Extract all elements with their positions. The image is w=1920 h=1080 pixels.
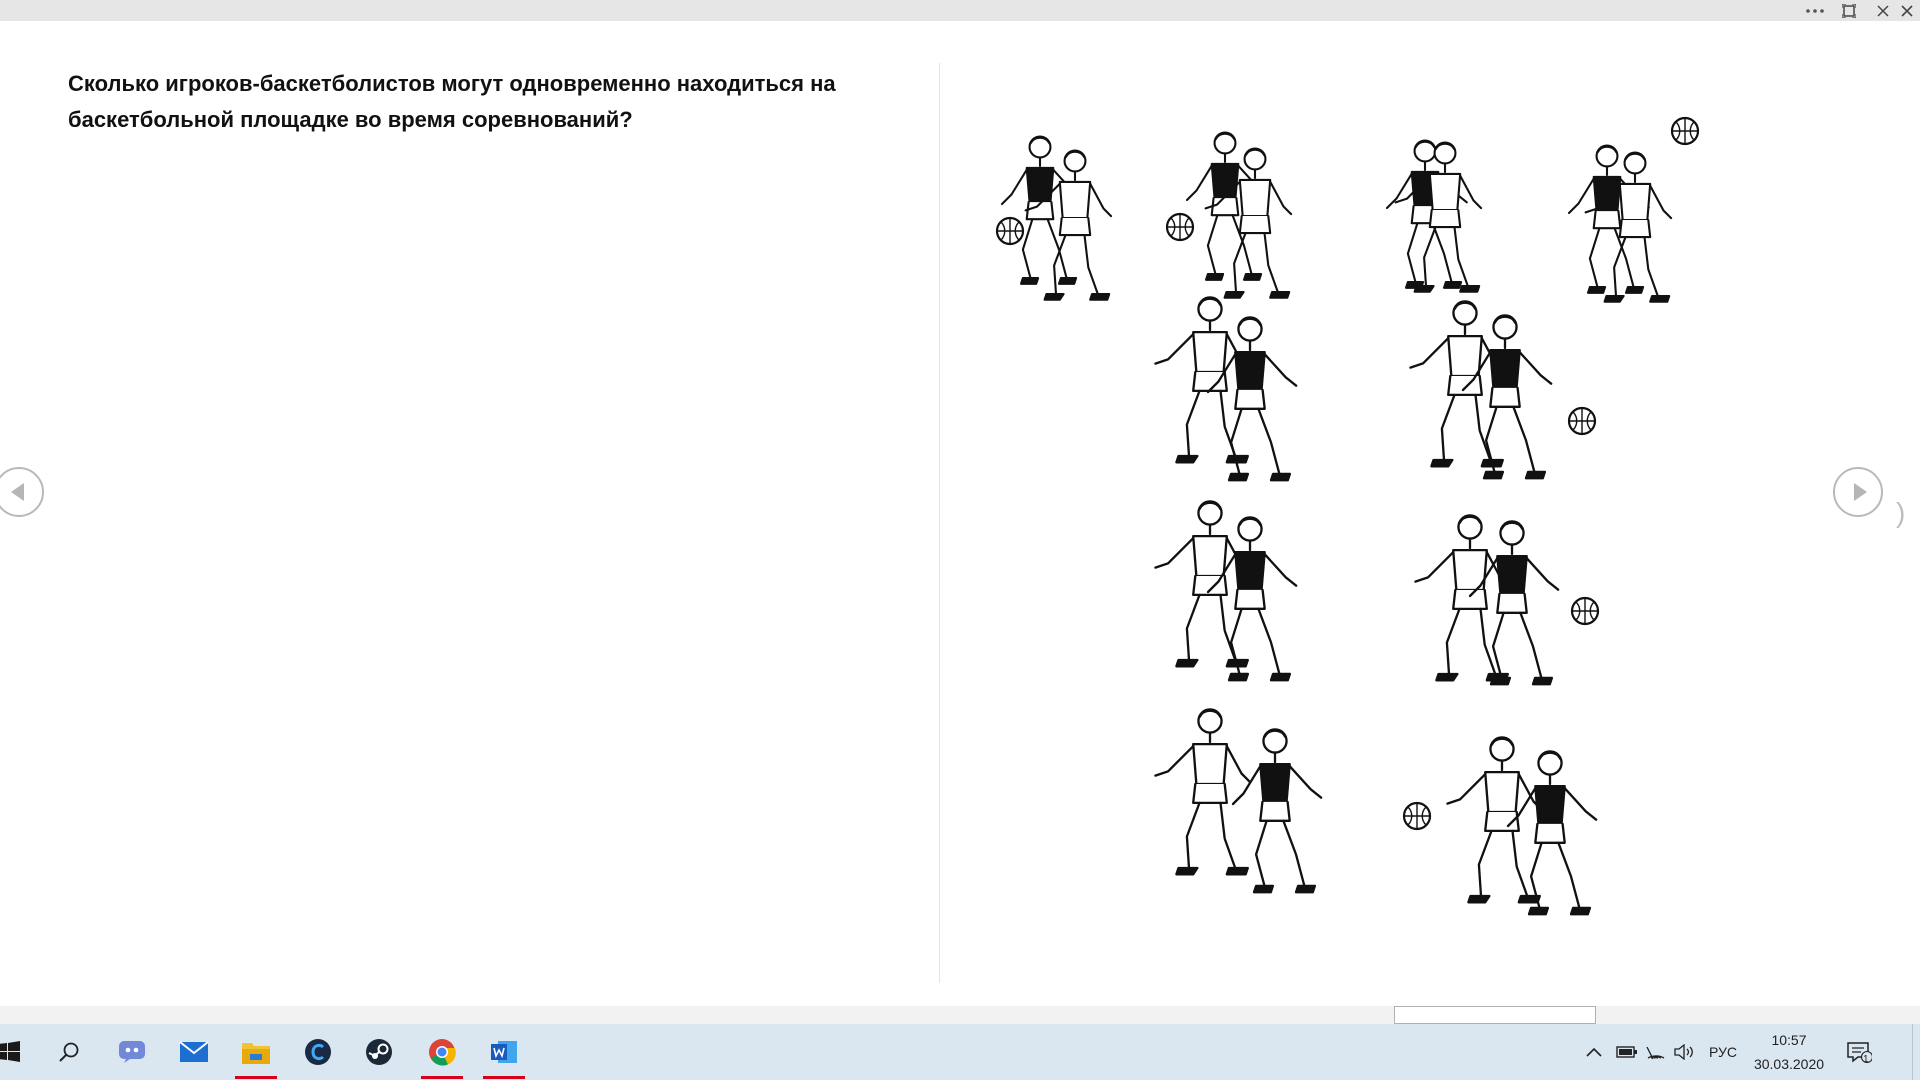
chevron-left-icon	[10, 483, 24, 501]
running-indicator	[235, 1076, 277, 1079]
basketball-players-illustration	[995, 116, 1700, 916]
horizontal-scroll-box[interactable]	[1394, 1006, 1596, 1024]
search-icon[interactable]	[40, 1024, 98, 1080]
close-icon[interactable]	[1890, 0, 1920, 21]
clock-time: 10:57	[1771, 1032, 1807, 1048]
column-divider	[939, 63, 940, 983]
running-indicator	[421, 1076, 463, 1079]
fit-screen-icon[interactable]	[1832, 0, 1866, 21]
show-desktop-button[interactable]	[1912, 1024, 1920, 1080]
next-slide-peek: )	[1896, 497, 1906, 528]
language-indicator[interactable]: РУС	[1709, 1024, 1737, 1080]
running-indicator	[483, 1076, 525, 1079]
steam-icon[interactable]	[350, 1024, 408, 1080]
wifi-icon[interactable]	[1646, 1024, 1666, 1080]
clock[interactable]: 10:57 30.03.2020	[1748, 1028, 1830, 1076]
chevron-up-icon[interactable]	[1586, 1024, 1602, 1080]
word-icon[interactable]	[475, 1024, 533, 1080]
battery-icon[interactable]	[1616, 1024, 1638, 1080]
window-titlebar	[0, 0, 1920, 21]
slide-content: Сколько игроков-баскетболистов могут одн…	[0, 21, 1920, 1006]
question-text: Сколько игроков-баскетболистов могут одн…	[68, 71, 836, 132]
bottom-strip	[0, 1006, 1920, 1024]
next-slide-button[interactable]	[1833, 467, 1883, 517]
discord-icon[interactable]	[103, 1024, 161, 1080]
ccleaner-icon[interactable]	[289, 1024, 347, 1080]
mail-icon[interactable]	[165, 1024, 223, 1080]
notification-count: 1	[1863, 1054, 1869, 1065]
taskbar: РУС 10:57 30.03.2020 1	[0, 1024, 1920, 1080]
start-icon[interactable]	[0, 1024, 38, 1080]
chrome-icon[interactable]	[413, 1024, 471, 1080]
chevron-right-icon	[1853, 483, 1867, 501]
ellipsis-icon[interactable]	[1798, 0, 1832, 21]
clock-date: 30.03.2020	[1753, 1056, 1825, 1072]
file-explorer-icon[interactable]	[227, 1024, 285, 1080]
volume-icon[interactable]	[1674, 1024, 1696, 1080]
notifications-button[interactable]: 1	[1846, 1024, 1872, 1080]
